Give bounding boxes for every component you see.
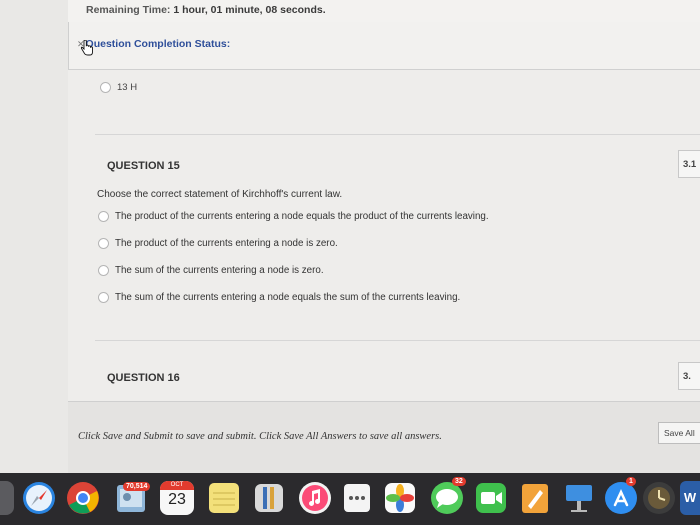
timer-value: 1 hour, 01 minute, 08 seconds.: [173, 4, 326, 16]
question-16-title: QUESTION 16: [107, 372, 180, 384]
chrome-icon[interactable]: [66, 481, 100, 515]
safari-icon[interactable]: [22, 481, 56, 515]
divider: [95, 340, 700, 341]
question-15-title: QUESTION 15: [107, 160, 180, 172]
question-completion-status[interactable]: ✕Question Completion Status:: [68, 22, 700, 70]
question-15-prompt: Choose the correct statement of Kirchhof…: [97, 189, 343, 200]
previous-answer-option[interactable]: 13 H: [100, 82, 137, 93]
submit-bar: Click Save and Submit to save and submit…: [68, 401, 700, 473]
answer-choice-3[interactable]: The sum of the currents entering a node …: [98, 265, 324, 276]
answer-choice-1[interactable]: The product of the currents entering a n…: [98, 211, 489, 222]
keynote-icon[interactable]: [562, 481, 596, 515]
radio-button[interactable]: [98, 238, 109, 249]
calendar-icon[interactable]: OCT 23: [160, 481, 194, 515]
radio-button[interactable]: [98, 211, 109, 222]
partial-app-icon[interactable]: [0, 481, 14, 515]
tools-icon[interactable]: [252, 481, 286, 515]
radio-button[interactable]: [98, 292, 109, 303]
question-16-header: QUESTION 16 3.: [95, 362, 700, 392]
submit-instructions: Click Save and Submit to save and submit…: [78, 431, 442, 442]
hand-cursor-icon: [80, 40, 93, 56]
remaining-time-bar: Remaining Time: 1 hour, 01 minute, 08 se…: [68, 0, 700, 22]
choice-label: The sum of the currents entering a node …: [115, 292, 461, 304]
status-toggle[interactable]: ✕Question Completion Status:: [77, 38, 230, 50]
dots-icon[interactable]: [340, 481, 374, 515]
question-15-header: QUESTION 15 3.1: [95, 150, 700, 180]
timer-label: Remaining Time:: [86, 4, 171, 16]
messages-icon[interactable]: [430, 481, 464, 515]
question-15-points: 3.1: [678, 150, 700, 178]
mac-dock: 70,514 OCT 23 32 1 W: [0, 473, 700, 525]
previous-answer-label: 13 H: [117, 82, 138, 94]
calendar-month: OCT: [160, 481, 194, 490]
photos-icon[interactable]: [383, 481, 417, 515]
pages-icon[interactable]: [518, 481, 552, 515]
left-rail: [0, 0, 68, 473]
choice-label: The sum of the currents entering a node …: [115, 265, 324, 277]
messages-badge: 32: [452, 477, 466, 486]
question-16-points: 3.: [678, 362, 700, 390]
divider: [95, 134, 700, 135]
status-label[interactable]: Question Completion Status:: [86, 38, 231, 50]
time-machine-icon[interactable]: [642, 481, 676, 515]
preview-badge: 70,514: [123, 482, 151, 491]
app-store-icon[interactable]: [604, 481, 638, 515]
word-icon[interactable]: W: [680, 481, 700, 515]
calendar-day: 23: [168, 491, 186, 508]
radio-button[interactable]: [98, 265, 109, 276]
save-all-button[interactable]: Save All: [658, 422, 700, 444]
choice-label: The product of the currents entering a n…: [115, 211, 489, 223]
facetime-icon[interactable]: [474, 481, 508, 515]
answer-choice-2[interactable]: The product of the currents entering a n…: [98, 238, 338, 249]
answer-choice-4[interactable]: The sum of the currents entering a node …: [98, 292, 460, 303]
app-store-badge: 1: [626, 477, 636, 486]
browser-content: Remaining Time: 1 hour, 01 minute, 08 se…: [0, 0, 700, 473]
choice-label: The product of the currents entering a n…: [115, 238, 338, 250]
music-icon[interactable]: [298, 481, 332, 515]
notes-icon[interactable]: [207, 481, 241, 515]
radio-button[interactable]: [100, 82, 111, 93]
